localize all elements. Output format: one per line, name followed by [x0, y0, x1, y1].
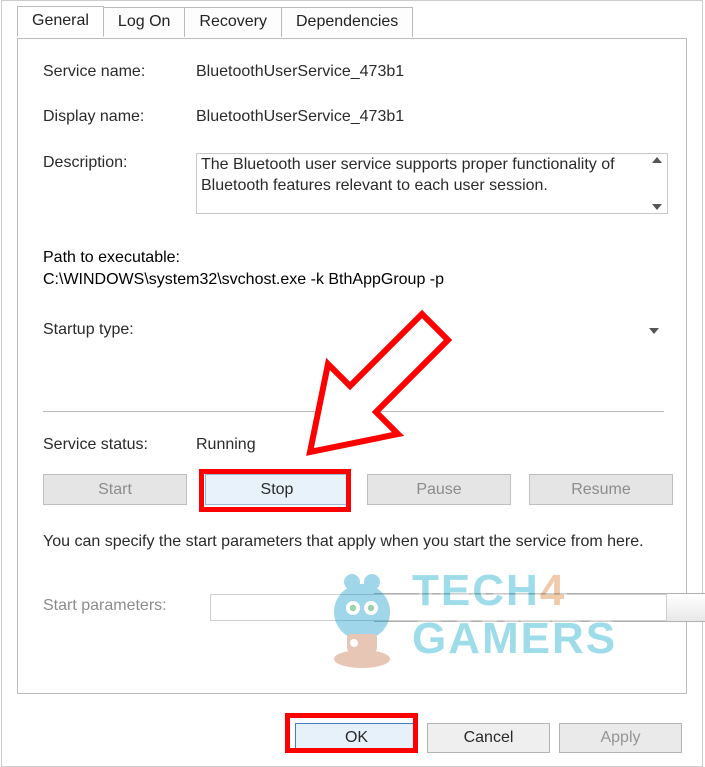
- description-value: The Bluetooth user service supports prop…: [201, 154, 645, 213]
- display-name-label: Display name:: [43, 108, 196, 126]
- dialog-button-bar: OK Cancel Apply: [2, 710, 702, 766]
- apply-button: Apply: [559, 723, 682, 753]
- scroll-up-icon[interactable]: [652, 157, 662, 163]
- resume-button: Resume: [529, 474, 673, 505]
- tab-log-on[interactable]: Log On: [103, 7, 185, 37]
- service-name-value: BluetoothUserService_473b1: [196, 63, 404, 81]
- tab-panel-general: Service name: BluetoothUserService_473b1…: [17, 38, 687, 694]
- ok-button[interactable]: OK: [295, 723, 418, 753]
- start-parameters-label: Start parameters:: [43, 597, 167, 614]
- startup-type-label: Startup type:: [43, 321, 196, 339]
- pause-button: Pause: [367, 474, 511, 505]
- description-scrollbar[interactable]: [647, 154, 667, 213]
- description-label: Description:: [43, 154, 196, 172]
- service-properties-dialog: General Log On Recovery Dependencies Ser…: [1, 0, 703, 767]
- content-area: General Log On Recovery Dependencies Ser…: [8, 1, 696, 704]
- start-params-help-text: You can specify the start parameters tha…: [43, 531, 661, 553]
- tabs-bar: General Log On Recovery Dependencies: [17, 7, 412, 37]
- path-to-executable-label: Path to executable:: [43, 249, 444, 267]
- service-control-buttons: Start Stop Pause Resume: [43, 474, 673, 505]
- chevron-down-icon: [649, 328, 659, 334]
- tab-recovery[interactable]: Recovery: [184, 7, 282, 37]
- start-parameters-input: [210, 594, 667, 621]
- description-box[interactable]: The Bluetooth user service supports prop…: [196, 153, 668, 214]
- display-name-value: BluetoothUserService_473b1: [196, 108, 404, 126]
- scroll-down-icon[interactable]: [652, 204, 662, 210]
- path-to-executable-value: C:\WINDOWS\system32\svchost.exe -k BthAp…: [43, 271, 444, 289]
- cancel-button[interactable]: Cancel: [427, 723, 550, 753]
- start-button: Start: [43, 474, 187, 505]
- tab-general[interactable]: General: [17, 6, 104, 37]
- service-status-label: Service status:: [43, 436, 196, 454]
- service-name-label: Service name:: [43, 63, 196, 81]
- stop-button[interactable]: Stop: [205, 474, 349, 505]
- tab-dependencies[interactable]: Dependencies: [281, 7, 413, 37]
- divider: [43, 411, 664, 412]
- service-status-value: Running: [196, 436, 256, 454]
